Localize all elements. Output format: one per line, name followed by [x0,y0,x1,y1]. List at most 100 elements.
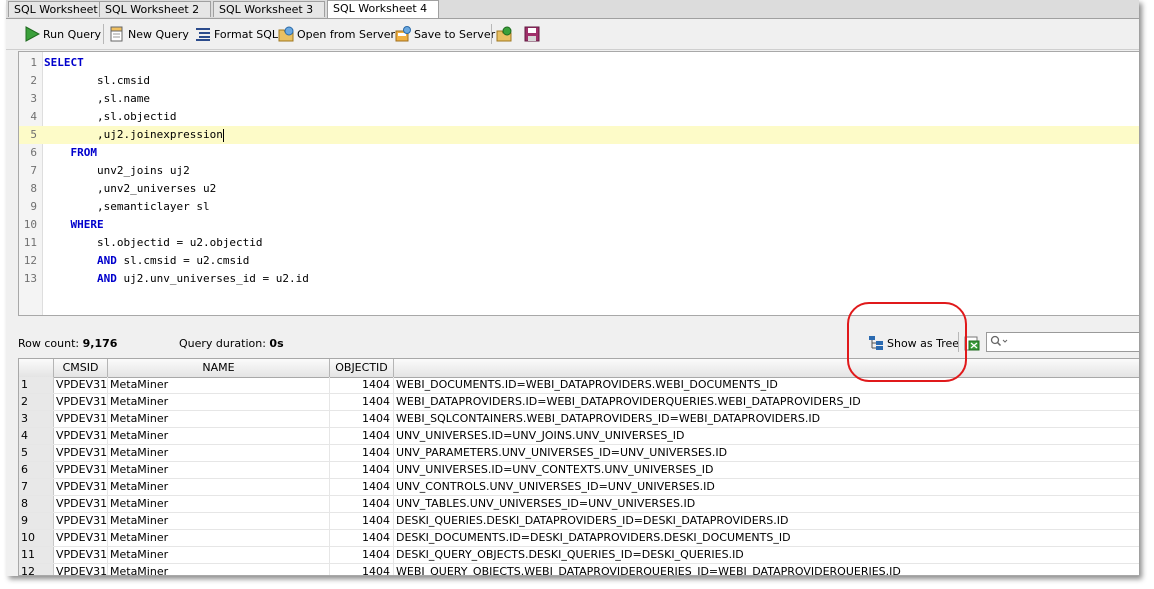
code-text: sl.objectid = u2.objectid [44,234,263,252]
table-row[interactable]: 11 VPDEV31 MetaMiner 1404 DESKI_QUERY_OBJECT… [19,547,1139,564]
cell-name: MetaMiner [108,564,330,575]
save-button[interactable] [524,24,543,44]
header-name[interactable]: NAME [108,359,330,377]
search-input[interactable] [1008,335,1139,349]
cell-row-number: 3 [19,411,54,427]
code-line[interactable]: 3 ,sl.name [19,90,1139,108]
cell-joinexpression: DESKI_DOCUMENTS.ID=DESKI_DATAPROVIDERS.D… [396,531,791,544]
search-icon [990,335,1008,350]
cell-objectid: 1404 [330,428,394,444]
cell-objectid: 1404 [330,377,394,393]
table-row[interactable]: 8 VPDEV31 MetaMiner 1404 UNV_TABLES.UNV_UNIV… [19,496,1139,513]
header-joinexpression[interactable] [394,359,1139,377]
sql-text: sl.cmsid [96,74,150,87]
cell-joinexpression: WEBI_DOCUMENTS.ID=WEBI_DATAPROVIDERS.WEB… [396,378,778,391]
run-query-button[interactable]: Run Query [24,24,101,44]
cell-name: MetaMiner [108,530,330,546]
cell-row-number: 10 [19,530,54,546]
code-line[interactable]: 5 ,uj2.joinexpression [19,126,1139,144]
table-row[interactable]: 10 VPDEV31 MetaMiner 1404 DESKI_DOCUMENTS.ID… [19,530,1139,547]
table-row[interactable]: 12 VPDEV31 MetaMiner 1404 WEBI_QUERY_OBJECTS… [19,564,1139,575]
tab-sql-worksheet-2[interactable]: SQL Worksheet 2 [99,1,211,17]
code-line[interactable]: 1 SELECT [19,54,1139,72]
table-row[interactable]: 6 VPDEV31 MetaMiner 1404 UNV_UNIVERSES.ID=UN… [19,462,1139,479]
tab-sql-worksheet-3[interactable]: SQL Worksheet 3 [213,1,325,17]
header-cmsid[interactable]: CMSID [54,359,108,377]
code-line[interactable]: 6 FROM [19,144,1139,162]
save-to-server-button[interactable]: Save to Server [395,24,495,44]
cell-row-number: 12 [19,564,54,575]
refresh-button[interactable] [496,24,515,44]
line-number: 2 [30,74,37,87]
code-line[interactable]: 10 WHERE [19,216,1139,234]
code-line[interactable]: 4 ,sl.objectid [19,108,1139,126]
cell-cmsid: VPDEV31 [56,445,108,461]
sql-text: uj2.unv_universes_id = u2.id [116,272,309,285]
cell-row-number: 2 [19,394,54,410]
cell-cmsid: VPDEV31 [54,564,108,575]
code-text: FROM [44,144,98,162]
line-number: 6 [30,146,37,159]
cell-cmsid: VPDEV31 [56,428,108,444]
code-text: ,sl.name [44,90,150,108]
annotation-highlight-ring [847,302,967,382]
cell-objectid: 1404 [330,445,394,461]
code-text: ,semanticlayer sl [44,198,210,216]
tab-sql-worksheet-4[interactable]: SQL Worksheet 4 [327,0,439,18]
refresh-icon [496,26,512,42]
table-row[interactable]: 1 VPDEV31 MetaMiner 1404 WEBI_DOCUMENTS.ID=W… [19,377,1139,394]
cell-row-number: 11 [19,547,54,563]
table-row[interactable]: 7 VPDEV31 MetaMiner 1404 UNV_CONTROLS.UNV_UN… [19,479,1139,496]
sql-editor[interactable]: 1 SELECT 2 sl.cmsid 3 ,sl.name 4 ,sl.objecti… [18,51,1139,316]
cell-row-number: 1 [19,377,54,393]
cell-row-number: 9 [19,513,54,529]
sql-text: ,uj2.joinexpression [96,128,223,141]
code-line[interactable]: 13 AND uj2.unv_universes_id = u2.id [19,270,1139,288]
open-from-server-icon [278,26,294,42]
cell-row-number: 5 [19,445,54,461]
table-row[interactable]: 3 VPDEV31 MetaMiner 1404 WEBI_SQLCONTAINERS.… [19,411,1139,428]
header-objectid[interactable]: OBJECTID [330,359,394,377]
result-search-box[interactable] [986,332,1139,352]
cell-name: MetaMiner [108,513,330,529]
table-row[interactable]: 5 VPDEV31 MetaMiner 1404 UNV_PARAMETERS.UNV_… [19,445,1139,462]
code-text: ,unv2_universes u2 [44,180,216,198]
text-caret [222,128,224,142]
new-query-button[interactable]: New Query [109,24,189,44]
table-row[interactable]: 2 VPDEV31 MetaMiner 1404 WEBI_DATAPROVIDERS.… [19,394,1139,411]
code-line[interactable]: 2 sl.cmsid [19,72,1139,90]
format-sql-button[interactable]: Format SQL [195,24,278,44]
sql-text: sl.objectid = u2.objectid [96,236,263,249]
cell-objectid: 1404 [330,513,394,529]
cell-name: MetaMiner [108,394,330,410]
sql-keyword: AND [96,254,117,267]
cell-objectid: 1404 [330,411,394,427]
result-grid[interactable]: CMSID NAME OBJECTID 1 VPDEV31 MetaMiner 140… [18,358,1139,576]
open-from-server-button[interactable]: Open from Server [278,24,395,44]
cell-objectid: 1404 [330,479,394,495]
code-line[interactable]: 11 sl.objectid = u2.objectid [19,234,1139,252]
cell-name: MetaMiner [108,547,330,563]
cell-row-number: 6 [19,462,54,478]
line-number: 5 [30,128,37,141]
cell-joinexpression: UNV_CONTROLS.UNV_UNIVERSES_ID=UNV_UNIVER… [396,480,715,493]
line-number: 10 [23,218,37,231]
cell-joinexpression: WEBI_DATAPROVIDERS.ID=WEBI_DATAPROVIDERQ… [396,395,861,408]
code-line[interactable]: 9 ,semanticlayer sl [19,198,1139,216]
table-row[interactable]: 9 VPDEV31 MetaMiner 1404 DESKI_QUERIES.DESKI… [19,513,1139,530]
code-line[interactable]: 7 unv2_joins uj2 [19,162,1139,180]
grid-header: CMSID NAME OBJECTID [19,359,1139,378]
sql-text: ,sl.objectid [96,110,177,123]
run-icon [24,26,41,42]
code-line[interactable]: 8 ,unv2_universes u2 [19,180,1139,198]
tab-sql-worksheet[interactable]: SQL Worksheet [8,1,100,17]
cell-cmsid: VPDEV31 [56,479,108,495]
table-row[interactable]: 4 VPDEV31 MetaMiner 1404 UNV_UNIVERSES.ID=UN… [19,428,1139,445]
code-line[interactable]: 12 AND sl.cmsid = u2.cmsid [19,252,1139,270]
cell-joinexpression: WEBI_SQLCONTAINERS.WEBI_DATAPROVIDERS_ID… [396,412,821,425]
cell-objectid: 1404 [330,462,394,478]
